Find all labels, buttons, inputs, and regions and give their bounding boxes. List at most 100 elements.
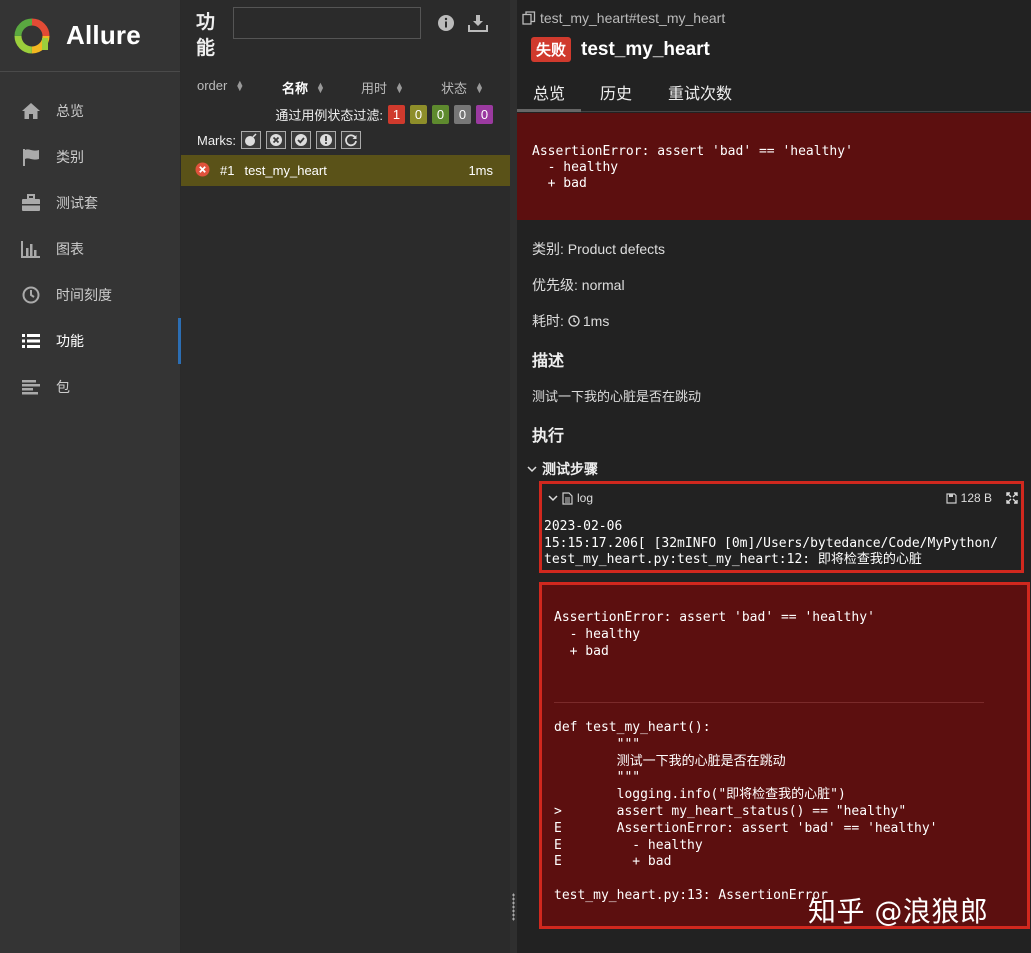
file-icon: [562, 491, 573, 505]
download-icon[interactable]: [467, 12, 489, 34]
filter-passed-badge[interactable]: 0: [432, 105, 449, 124]
category-field: 类别: Product defects: [532, 241, 666, 257]
list-icon: [20, 331, 42, 351]
search-input[interactable]: [233, 7, 421, 39]
tree-header: 功能: [181, 0, 510, 72]
briefcase-icon: [20, 193, 42, 213]
align-left-icon: [20, 377, 42, 397]
filter-skipped-badge[interactable]: 0: [454, 105, 471, 124]
column-name[interactable]: 名称 ▲ ▼: [282, 78, 325, 97]
column-duration[interactable]: 用时 ▲ ▼: [361, 78, 404, 97]
tree-pane: 功能 order ▲ ▼ 名称 ▲ ▼ 用时 ▲ ▼ 状态 ▲ ▼ 通过用例状态过滤: …: [181, 0, 510, 953]
log-attachment-header[interactable]: log 128 B: [548, 491, 1018, 505]
flaky-bomb-icon[interactable]: [241, 131, 261, 149]
tab-overview[interactable]: 总览: [517, 80, 581, 112]
pane-title: 功能: [196, 12, 216, 59]
log-attachment: log 128 B 2023-02-06 15:15:17.206[ [32mI…: [539, 481, 1024, 573]
status-filter: 通过用例状态过滤: 1 0 0 0 0: [275, 105, 493, 124]
app-logo[interactable]: Allure: [0, 0, 180, 72]
pane-splitter[interactable]: [510, 0, 517, 953]
test-title: 失败 test_my_heart: [531, 37, 710, 62]
filter-broken-badge[interactable]: 0: [410, 105, 427, 124]
splitter-grip-icon[interactable]: [512, 893, 515, 921]
attachment-name: log: [577, 491, 594, 505]
column-order[interactable]: order ▲ ▼: [197, 78, 244, 93]
detail-tabs: 总览 历史 重试次数: [517, 72, 1031, 112]
copy-icon[interactable]: [522, 11, 536, 25]
sidebar-item-label: 包: [56, 379, 70, 395]
column-status[interactable]: 状态 ▲ ▼: [441, 78, 484, 97]
sidebar-item-label: 总览: [56, 103, 84, 119]
clock-icon: [20, 285, 42, 305]
home-icon: [20, 101, 42, 121]
sidebar-nav: 总览 类别 测试套 图表 时间刻度 功能 包: [0, 88, 181, 410]
filter-unknown-badge[interactable]: 0: [476, 105, 493, 124]
clock-icon: [568, 315, 580, 327]
duration-value: 1ms: [582, 313, 610, 329]
filter-failed-badge[interactable]: 1: [388, 105, 405, 124]
row-duration: 1ms: [468, 163, 493, 178]
sidebar-item-behaviors[interactable]: 功能: [0, 318, 181, 364]
execution-heading: 执行: [532, 428, 565, 445]
sidebar-item-label: 功能: [56, 333, 84, 349]
expand-icon[interactable]: [1006, 492, 1018, 504]
save-icon: [946, 492, 957, 504]
row-name: test_my_heart: [244, 163, 327, 178]
duration-label: 耗时:: [532, 313, 564, 329]
column-label: 名称: [282, 81, 309, 96]
steps-label: 测试步骤: [542, 461, 598, 477]
chevron-down-icon: [548, 494, 558, 502]
app-name: Allure: [66, 20, 141, 50]
column-label: 状态: [441, 81, 468, 96]
chevron-down-icon: [527, 465, 537, 473]
info-icon[interactable]: [435, 12, 457, 34]
sort-icon: ▲ ▼: [395, 79, 404, 95]
breadcrumb-text[interactable]: test_my_heart#test_my_heart: [540, 10, 725, 26]
test-name: test_my_heart: [581, 38, 710, 60]
filter-label: 通过用例状态过滤:: [275, 108, 383, 123]
new-broken-icon[interactable]: [316, 131, 336, 149]
sort-icon: ▲ ▼: [316, 79, 325, 95]
new-passed-icon[interactable]: [291, 131, 311, 149]
attachment-size-value: 128 B: [960, 491, 992, 505]
row-order: #1: [220, 163, 235, 178]
flag-icon: [20, 147, 42, 167]
column-label: 用时: [361, 81, 388, 96]
detail-pane: test_my_heart#test_my_heart 失败 test_my_h…: [517, 0, 1031, 953]
trace-message: AssertionError: assert 'bad' == 'healthy…: [554, 610, 875, 659]
divider: [554, 702, 984, 703]
sidebar-item-timeline[interactable]: 时间刻度: [0, 272, 180, 318]
sidebar-item-categories[interactable]: 类别: [0, 134, 180, 180]
sidebar-item-graphs[interactable]: 图表: [0, 226, 180, 272]
sidebar-item-suites[interactable]: 测试套: [0, 180, 180, 226]
tree-columns: order ▲ ▼ 名称 ▲ ▼ 用时 ▲ ▼ 状态 ▲ ▼: [181, 78, 510, 98]
log-content: 2023-02-06 15:15:17.206[ [32mINFO [0m]/U…: [544, 519, 998, 567]
retries-icon[interactable]: [341, 131, 361, 149]
sidebar-item-packages[interactable]: 包: [0, 364, 180, 410]
watermark: 知乎 @浪狼郎: [808, 895, 989, 928]
tab-retries[interactable]: 重试次数: [668, 80, 732, 112]
sidebar-item-overview[interactable]: 总览: [0, 88, 180, 134]
attachment-size: 128 B: [946, 491, 992, 505]
column-label: order: [197, 78, 228, 93]
marks-filter: Marks:: [197, 131, 361, 149]
tab-history[interactable]: 历史: [600, 80, 632, 112]
description-text: 测试一下我的心脏是否在跳动: [532, 389, 702, 404]
marks-label: Marks:: [197, 132, 236, 148]
bar-chart-icon: [20, 239, 42, 259]
description-heading: 描述: [532, 353, 565, 370]
table-row[interactable]: #1 test_my_heart 1ms: [181, 155, 510, 186]
trace-code: def test_my_heart(): """ 测试一下我的心脏是否在跳动 "…: [554, 720, 938, 903]
sidebar-item-label: 图表: [56, 241, 84, 257]
error-message: AssertionError: assert 'bad' == 'healthy…: [532, 144, 853, 191]
sort-icon: ▲ ▼: [475, 79, 484, 95]
status-badge: 失败: [531, 37, 572, 62]
new-failed-icon[interactable]: [266, 131, 286, 149]
failed-status-icon: [195, 162, 210, 180]
allure-logo-icon: [14, 18, 50, 53]
breadcrumb: test_my_heart#test_my_heart: [522, 10, 725, 26]
sidebar-item-label: 时间刻度: [56, 287, 112, 303]
sidebar-item-label: 测试套: [56, 195, 98, 211]
severity-field: 优先级: normal: [532, 277, 625, 293]
test-steps-toggle[interactable]: 测试步骤: [527, 459, 598, 479]
